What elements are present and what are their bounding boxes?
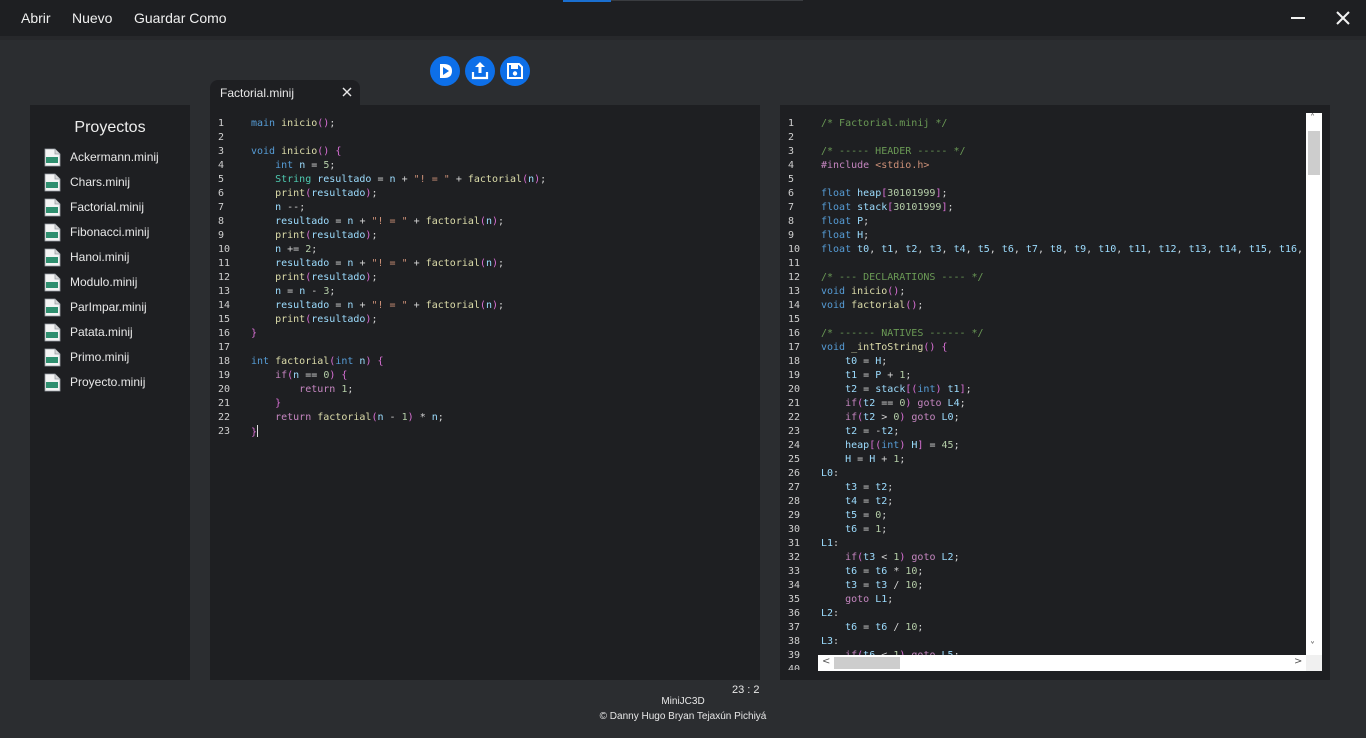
sidebar-item[interactable]: Primo.minij [44, 348, 184, 368]
upload-button[interactable] [465, 56, 495, 86]
scroll-down-icon[interactable]: ˅ [1310, 641, 1315, 652]
scroll-up-icon[interactable]: ˄ [1310, 113, 1315, 124]
sidebar-item[interactable]: Patata.minij [44, 323, 184, 343]
sidebar-item[interactable]: Chars.minij [44, 173, 184, 193]
output-code: /* Factorial.minij */ /* ----- HEADER --… [821, 118, 1304, 661]
sidebar-item[interactable]: Modulo.minij [44, 273, 184, 293]
sidebar-item-label: Chars.minij [70, 175, 131, 189]
tab-label: Factorial.minij [220, 86, 295, 100]
output-panel: 1 2 3 4 5 6 7 8 9 10 11 12 13 14 15 16 1… [780, 105, 1330, 680]
credit: © Danny Hugo Bryan Tejaxún Pichiyá [599, 711, 767, 722]
sidebar-item[interactable]: Hanoi.minij [44, 248, 184, 268]
cursor-position: 23 : 2 [732, 684, 760, 696]
save-button[interactable] [500, 56, 530, 86]
sidebar-item[interactable]: Fibonacci.minij [44, 223, 184, 243]
file-icon [44, 173, 61, 192]
scroll-right-icon[interactable]: > [1294, 656, 1302, 667]
sidebar-item-label: ParImpar.minij [70, 300, 147, 314]
file-icon [44, 148, 61, 167]
sidebar-item-label: Patata.minij [70, 325, 133, 339]
vertical-scrollbar[interactable]: ˄ ˅ [1306, 113, 1322, 655]
sidebar-item-label: Factorial.minij [70, 200, 145, 214]
horizontal-scrollbar[interactable]: < > [818, 655, 1306, 671]
scrollbar-corner [1306, 655, 1322, 671]
sidebar-item-label: Proyecto.minij [70, 375, 146, 389]
file-icon [44, 323, 61, 342]
upload-icon [471, 62, 489, 80]
text-cursor [257, 425, 259, 437]
file-icon [44, 223, 61, 242]
output-line-numbers: 1 2 3 4 5 6 7 8 9 10 11 12 13 14 15 16 1… [788, 118, 801, 670]
menu-save-as[interactable]: Guardar Como [134, 10, 227, 26]
close-window-button[interactable] [1329, 6, 1357, 30]
sidebar-item[interactable]: ParImpar.minij [44, 298, 184, 318]
file-icon [44, 373, 61, 392]
app-name: MiniJC3D [661, 696, 705, 707]
editor-line-numbers: 1 2 3 4 5 6 7 8 9 10 11 12 13 14 15 16 1… [218, 118, 231, 437]
sidebar-item[interactable]: Ackermann.minij [44, 148, 184, 168]
menu-shadow [0, 36, 1366, 40]
file-icon [44, 198, 61, 217]
drag-handle[interactable] [563, 0, 611, 2]
menu-open[interactable]: Abrir [21, 10, 51, 26]
save-icon [507, 63, 523, 79]
drag-handle-track [611, 0, 803, 1]
sidebar-item-label: Ackermann.minij [70, 150, 159, 164]
sidebar-title: Proyectos [74, 119, 146, 136]
close-icon [1336, 11, 1350, 25]
minimize-button[interactable] [1284, 6, 1312, 30]
projects-sidebar: Proyectos Ackermann.minij Chars.minij Fact… [30, 105, 190, 680]
sidebar-item-label: Hanoi.minij [70, 250, 130, 264]
menu-new[interactable]: Nuevo [72, 10, 112, 26]
code-editor[interactable]: 1 2 3 4 5 6 7 8 9 10 11 12 13 14 15 16 1… [210, 105, 760, 680]
editor-code[interactable]: main inicio(); void inicio() { int n = 5… [251, 117, 546, 440]
scroll-left-icon[interactable]: < [822, 656, 830, 667]
sidebar-item-label: Primo.minij [70, 350, 130, 364]
sidebar-item[interactable]: Proyecto.minij [44, 373, 184, 393]
file-icon [44, 248, 61, 267]
output-viewport[interactable]: 1 2 3 4 5 6 7 8 9 10 11 12 13 14 15 16 1… [780, 105, 1306, 670]
file-icon [44, 273, 61, 292]
horizontal-scroll-thumb[interactable] [834, 657, 900, 669]
menu-bar: Abrir Nuevo Guardar Como [0, 0, 1366, 36]
run-button[interactable] [430, 56, 460, 86]
play-icon [440, 64, 452, 78]
tab-factorial[interactable]: Factorial.minij [210, 80, 360, 105]
vertical-scroll-thumb[interactable] [1308, 131, 1320, 175]
sidebar-item[interactable]: Factorial.minij [44, 198, 184, 218]
file-icon [44, 298, 61, 317]
file-icon [44, 348, 61, 367]
minimize-icon [1291, 17, 1305, 19]
close-tab-icon[interactable] [342, 86, 352, 98]
sidebar-item-label: Fibonacci.minij [70, 225, 150, 239]
sidebar-item-label: Modulo.minij [70, 275, 138, 289]
